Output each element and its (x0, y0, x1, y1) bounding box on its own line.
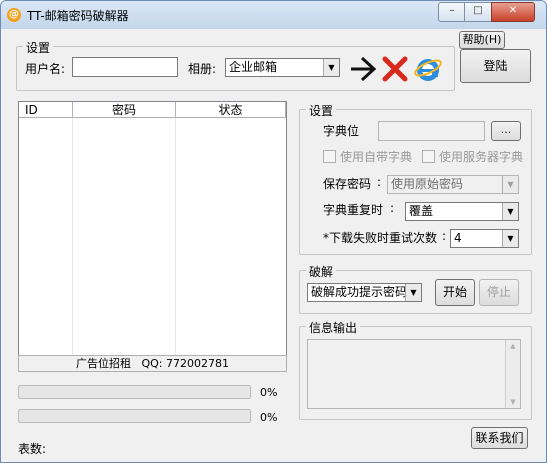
save-password-value: 使用原始密码 (391, 177, 464, 191)
mailbox-select[interactable]: 企业邮箱 ▼ (225, 58, 340, 77)
info-output-scrollbar[interactable]: ▲ ▼ (505, 340, 520, 408)
crack-mode-value: 破解成功提示密码 (311, 285, 408, 299)
arrow-right-icon[interactable] (348, 54, 378, 84)
list-gridline (72, 118, 73, 355)
crack-legend: 破解 (306, 263, 337, 280)
list-column-password[interactable]: 密码 (73, 102, 176, 118)
progress-1-label: 0% (260, 386, 278, 399)
list-column-status[interactable]: 状态 (176, 102, 286, 118)
builtin-dict-label: 使用自带字典 (340, 150, 413, 164)
chevron-down-icon: ▼ (502, 230, 518, 247)
retry-colon: : (442, 229, 447, 243)
list-gridline (175, 118, 176, 355)
list-column-id[interactable]: ID (19, 102, 73, 118)
results-list[interactable]: ID 密码 状态 (18, 101, 287, 356)
red-x-icon[interactable] (380, 54, 410, 84)
dictionary-settings-legend: 设置 (306, 102, 337, 119)
login-settings-legend: 设置 (23, 39, 54, 56)
stop-button[interactable]: 停止 (479, 279, 519, 306)
retry-count-select[interactable]: 4 ▼ (450, 229, 519, 248)
title-bar[interactable]: @ TT-邮箱密码破解器 – □ ✕ (1, 1, 546, 29)
duplicate-colon: : (390, 201, 395, 215)
duplicate-value: 覆盖 (409, 204, 434, 218)
browse-button[interactable]: ... (491, 121, 521, 141)
scroll-up-icon[interactable]: ▲ (506, 340, 520, 352)
duplicate-select[interactable]: 覆盖 ▼ (405, 202, 519, 221)
progress-bar-2 (18, 409, 251, 423)
client-area: 设置 用户名: 相册: 企业邮箱 ▼ 帮助(H) 登陆 ID 密码 状态 广告位… (9, 30, 539, 456)
chevron-down-icon: ▼ (405, 284, 421, 301)
status-count-label: 表数: (18, 442, 47, 456)
save-password-label: 保存密码 (323, 177, 372, 191)
checkbox-box (422, 150, 435, 163)
mailbox-label: 相册: (188, 62, 217, 76)
start-button[interactable]: 开始 (435, 279, 475, 306)
login-button[interactable]: 登陆 (460, 49, 531, 83)
chevron-down-icon: ▼ (502, 203, 518, 220)
builtin-dict-checkbox[interactable]: 使用自带字典 (323, 148, 412, 165)
contact-us-button[interactable]: 联系我们 (471, 427, 528, 449)
retry-label: *下载失败时重试次数 (323, 231, 438, 245)
list-footer-ad: 广告位招租 QQ: 772002781 (18, 355, 287, 372)
save-password-colon: : (377, 175, 382, 189)
list-header: ID 密码 状态 (19, 102, 286, 118)
app-icon: @ (7, 8, 21, 22)
close-window-button[interactable]: ✕ (491, 2, 535, 22)
main-window: @ TT-邮箱密码破解器 – □ ✕ 设置 用户名: 相册: 企业邮箱 ▼ 帮助… (0, 0, 547, 463)
internet-explorer-icon[interactable] (413, 54, 443, 84)
maximize-button[interactable]: □ (464, 2, 492, 22)
minimize-button[interactable]: – (438, 2, 466, 22)
server-dict-checkbox[interactable]: 使用服务器字典 (422, 148, 523, 165)
username-input[interactable] (72, 57, 178, 77)
mailbox-select-value: 企业邮箱 (229, 60, 278, 74)
username-label: 用户名: (25, 62, 66, 76)
window-title: TT-邮箱密码破解器 (27, 9, 129, 23)
scroll-down-icon[interactable]: ▼ (506, 396, 520, 408)
checkbox-box (323, 150, 336, 163)
duplicate-label: 字典重复时 (323, 203, 384, 217)
dictionary-path-input[interactable] (378, 121, 485, 141)
chevron-down-icon: ▼ (502, 176, 518, 193)
server-dict-label: 使用服务器字典 (439, 150, 524, 164)
retry-count-value: 4 (454, 231, 462, 245)
progress-bar-1 (18, 385, 251, 399)
dictionary-label: 字典位 (323, 124, 360, 138)
help-button[interactable]: 帮助(H) (459, 31, 505, 49)
info-output-legend: 信息输出 (306, 319, 361, 336)
chevron-down-icon: ▼ (323, 59, 339, 76)
progress-2-label: 0% (260, 411, 278, 424)
crack-mode-select[interactable]: 破解成功提示密码 ▼ (307, 283, 422, 302)
info-output-textarea[interactable]: ▲ ▼ (307, 339, 521, 409)
save-password-select[interactable]: 使用原始密码 ▼ (387, 175, 519, 194)
